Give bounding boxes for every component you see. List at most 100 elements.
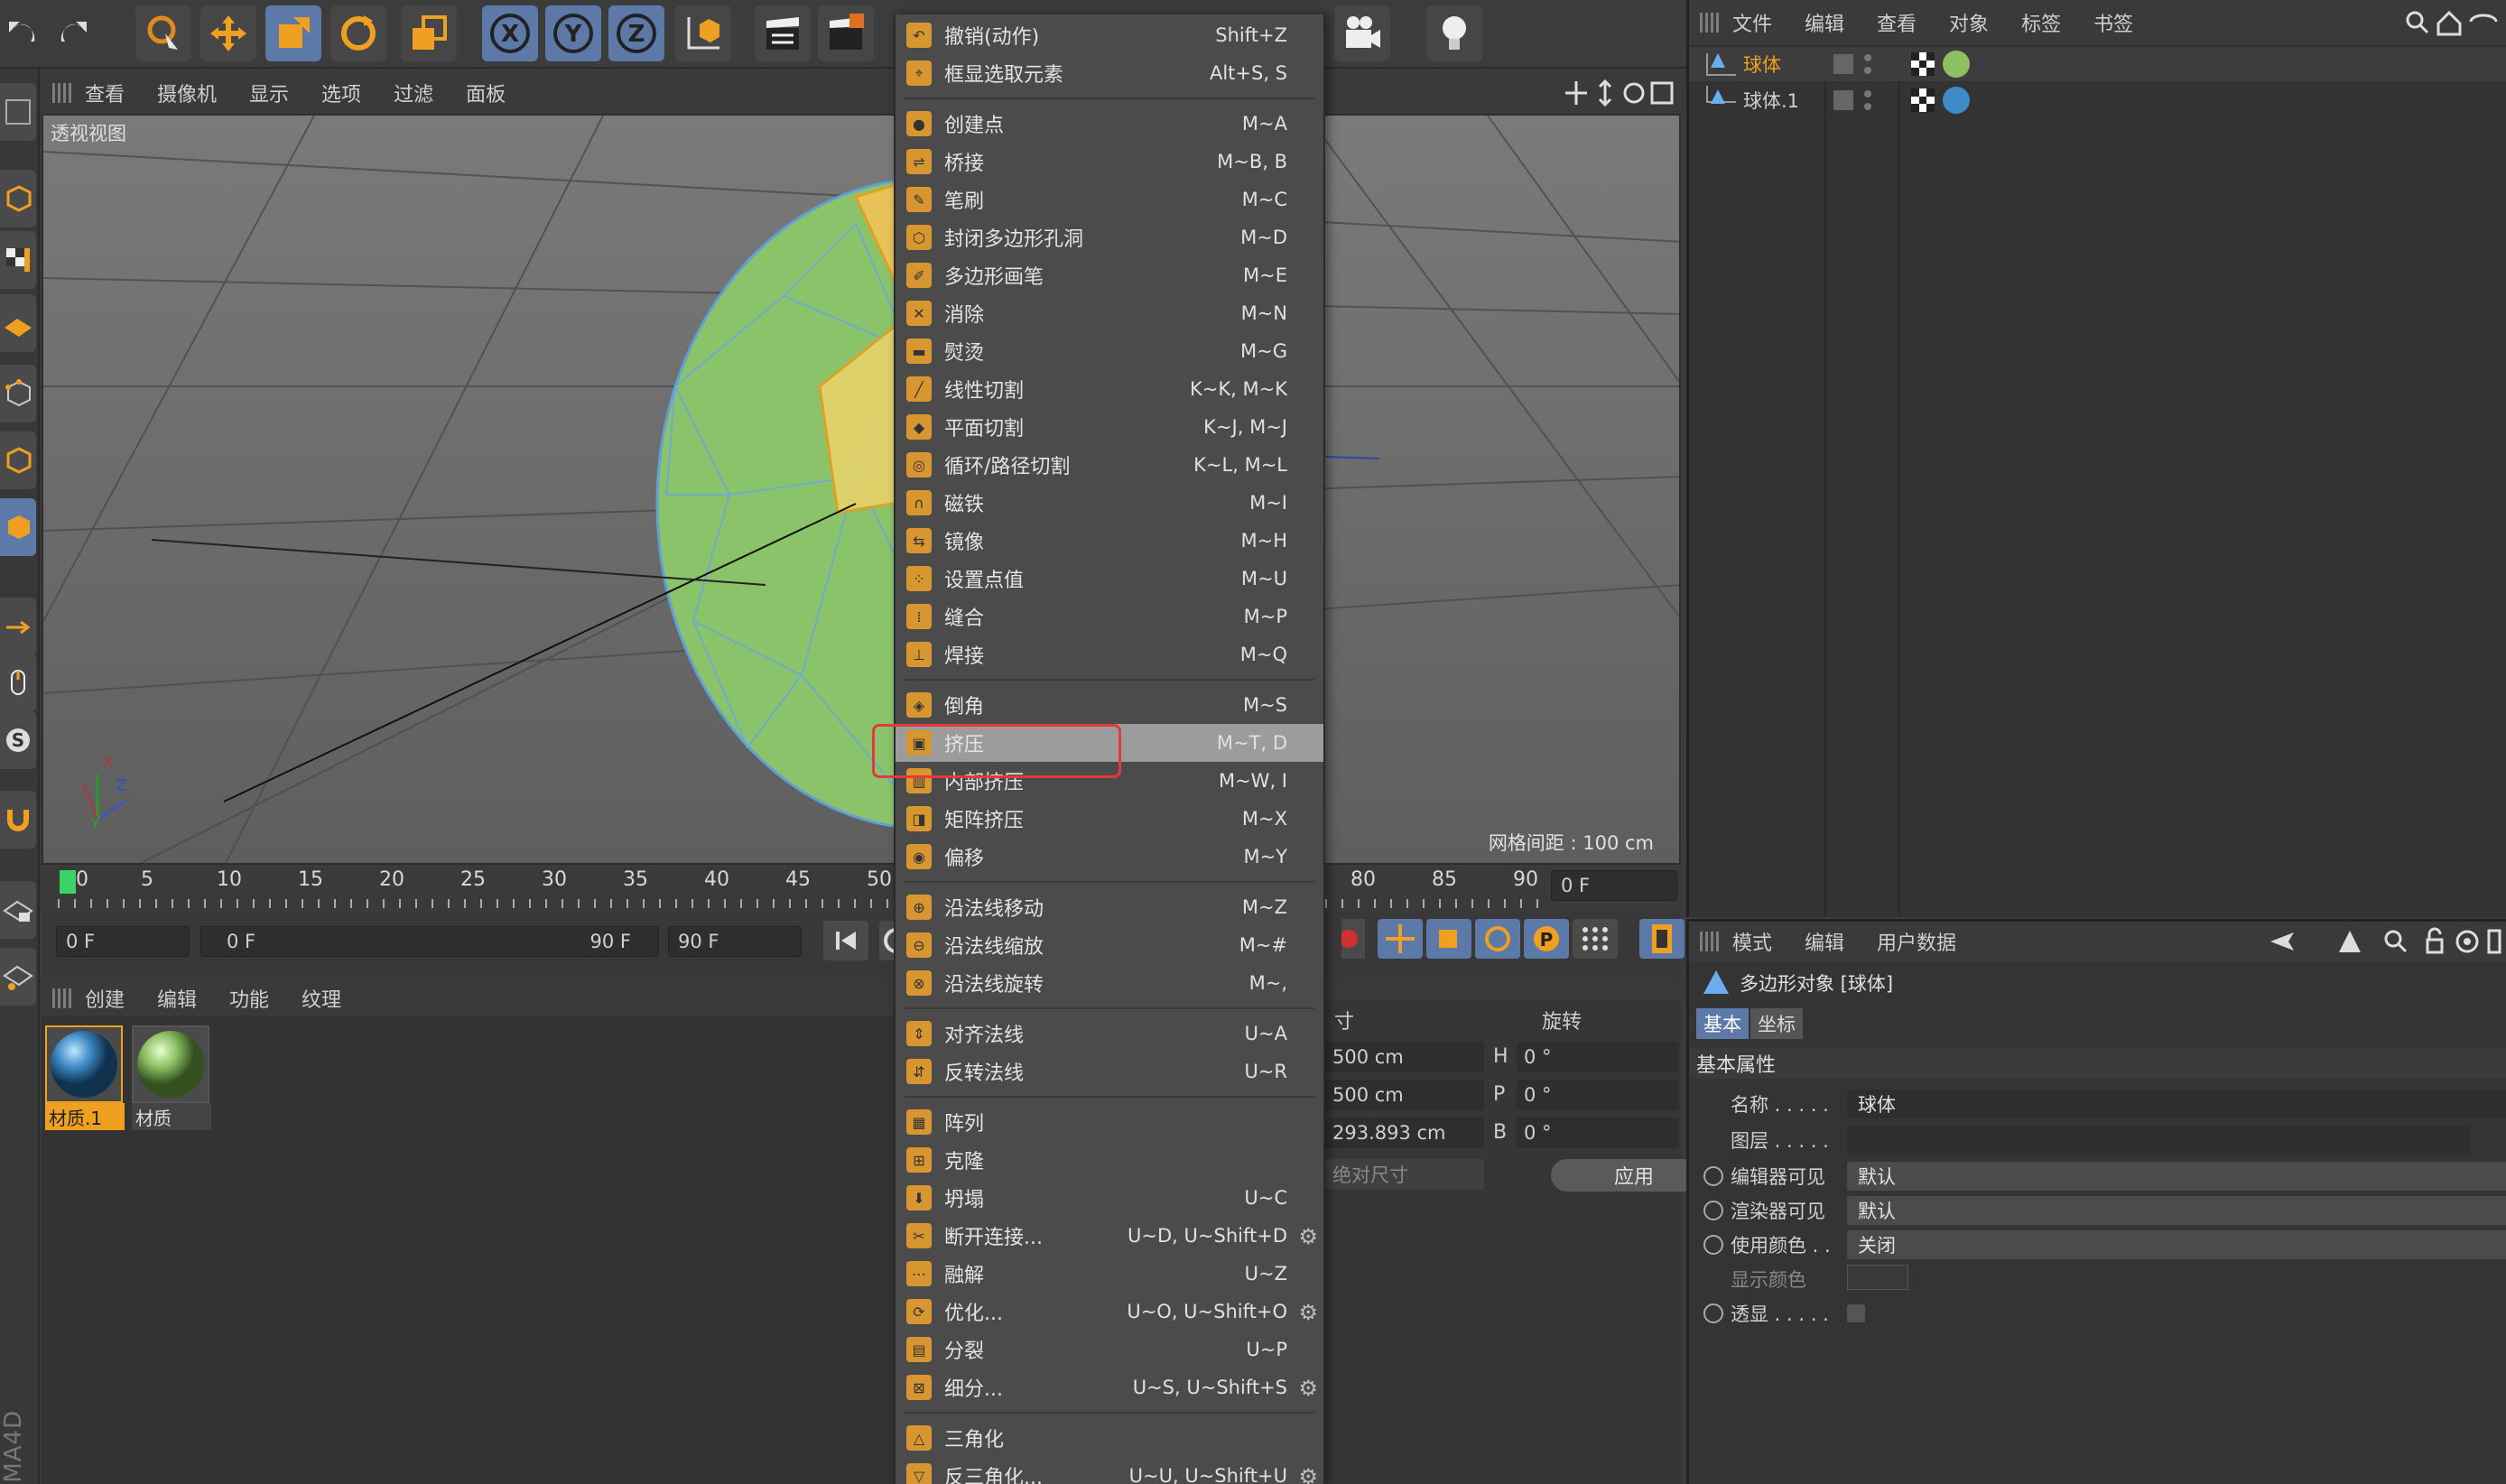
menu-item[interactable]: ✐ 多边形画笔 M~E (896, 256, 1323, 294)
end-frame-field[interactable]: 90 F (668, 926, 802, 957)
live-selection-icon[interactable] (135, 5, 191, 61)
menu-item[interactable]: ◉ 偏移 M~Y (896, 838, 1323, 876)
menu-item[interactable]: ⋯ 融解 U~Z (896, 1255, 1323, 1293)
timeline-ruler[interactable]: 0 5 10 15 20 25 30 35 40 45 50 80 85 90 … (42, 867, 1681, 912)
lock-workplane-icon[interactable] (0, 881, 36, 939)
magnet-icon[interactable] (0, 791, 36, 849)
am-menu-mode[interactable]: 模式 (1732, 927, 1772, 956)
settings-gear-icon[interactable]: ⚙ (1298, 1224, 1318, 1249)
points-mode-icon[interactable] (0, 365, 36, 422)
menu-item[interactable]: ╱ 线性切割 K~K, M~K (896, 370, 1323, 408)
animate-radio[interactable] (1703, 1235, 1723, 1255)
materials-menu-create[interactable]: 创建 (85, 984, 125, 1013)
object-row-sphere[interactable]: 球体 (1689, 47, 2506, 81)
use-color-dropdown[interactable]: 关闭 (1847, 1230, 2506, 1259)
make-editable-icon[interactable] (0, 83, 36, 141)
om-menu-objects[interactable]: 对象 (1949, 8, 1989, 37)
menu-item[interactable]: ⬇ 坍塌 U~C (896, 1179, 1323, 1217)
x-axis-lock-icon[interactable]: X (482, 5, 538, 61)
settings-gear-icon[interactable]: ⚙ (1298, 1464, 1318, 1484)
key-rotation-button[interactable] (1475, 919, 1520, 959)
visibility-dots-icon[interactable] (1830, 87, 1884, 114)
playhead-marker[interactable] (60, 870, 76, 894)
animate-radio[interactable] (1703, 1303, 1723, 1323)
viewport-menu-display[interactable]: 显示 (249, 79, 289, 107)
texture-mode-icon[interactable] (0, 231, 36, 289)
checker-tag-icon[interactable] (1909, 87, 1936, 114)
menu-item[interactable]: ◈ 倒角 M~S (896, 686, 1323, 724)
workplane-mode-icon[interactable] (0, 294, 36, 352)
settings-gear-icon[interactable]: ⚙ (1298, 1300, 1318, 1325)
record-button[interactable] (1340, 919, 1365, 959)
object-row-sphere-1[interactable]: 球体.1 (1689, 83, 2506, 117)
panel-grip-icon[interactable] (52, 988, 72, 1008)
key-scale-button[interactable] (1426, 919, 1471, 959)
xray-checkbox[interactable] (1847, 1304, 1865, 1322)
menu-item[interactable]: ▬ 熨烫 M~G (896, 332, 1323, 370)
go-to-start-button[interactable] (823, 921, 868, 960)
viewport-menu-panel[interactable]: 面板 (466, 79, 506, 107)
menu-item[interactable]: ⌖ 框显选取元素 Alt+S, S (896, 54, 1323, 92)
perspective-viewport[interactable]: 透视视图 Z Y X 网格间距 : 100 cm (42, 114, 1681, 865)
viewport-menu-filter[interactable]: 过滤 (394, 79, 433, 107)
menu-item[interactable]: ▦ 阵列 (896, 1103, 1323, 1141)
camera-icon[interactable] (1334, 5, 1390, 61)
menu-item[interactable]: ⊠ 细分... U~S, U~Shift+S ⚙ (896, 1368, 1323, 1406)
om-menu-edit[interactable]: 编辑 (1805, 8, 1844, 37)
menu-item[interactable]: ⊖ 沿法线缩放 M~# (896, 926, 1323, 964)
menu-item[interactable]: ∩ 磁铁 M~I (896, 484, 1323, 522)
axis-mode-icon[interactable] (0, 598, 36, 655)
light-icon[interactable] (1426, 5, 1482, 61)
animate-radio[interactable] (1703, 1201, 1723, 1220)
panel-grip-icon[interactable] (1700, 13, 1720, 32)
materials-menu-texture[interactable]: 纹理 (302, 984, 341, 1013)
material-swatch-2[interactable]: 材质 (132, 1025, 211, 1137)
menu-item[interactable]: ⇌ 桥接 M~B, B (896, 143, 1323, 181)
menu-item[interactable]: ⊗ 沿法线旋转 M~, (896, 964, 1323, 1002)
menu-item[interactable]: ⊞ 克隆 (896, 1141, 1323, 1179)
snapping-icon[interactable]: S (0, 711, 36, 769)
polygons-mode-icon[interactable] (0, 498, 36, 556)
menu-item[interactable]: ✕ 消除 M~N (896, 294, 1323, 332)
om-menu-bookmarks[interactable]: 书签 (2093, 8, 2133, 37)
size-mode-dropdown[interactable]: 绝对尺寸 (1325, 1159, 1484, 1190)
menu-item[interactable]: ✂ 断开连接... U~D, U~Shift+D ⚙ (896, 1217, 1323, 1255)
tweak-mode-icon[interactable] (0, 654, 36, 711)
menu-item[interactable]: ⊕ 沿法线移动 M~Z (896, 888, 1323, 926)
render-picture-viewer-icon[interactable] (818, 5, 874, 61)
current-frame-field[interactable]: 0 F (1551, 870, 1677, 901)
menu-item[interactable]: ⬡ 封闭多边形孔洞 M~D (896, 218, 1323, 256)
am-menu-edit[interactable]: 编辑 (1805, 927, 1844, 956)
material-tag-icon[interactable] (1940, 84, 1972, 116)
material-swatch-1[interactable]: 材质.1 (45, 1025, 125, 1137)
om-menu-view[interactable]: 查看 (1877, 8, 1917, 37)
settings-gear-icon[interactable]: ⚙ (1298, 1376, 1318, 1401)
menu-item[interactable]: ⟳ 优化... U~O, U~Shift+O ⚙ (896, 1293, 1323, 1331)
menu-item[interactable]: ● 创建点 M~A (896, 105, 1323, 143)
z-axis-lock-icon[interactable]: Z (608, 5, 664, 61)
render-visible-dropdown[interactable]: 默认 (1847, 1196, 2506, 1225)
key-pla-button[interactable] (1573, 919, 1618, 959)
tab-basic[interactable]: 基本 (1696, 1008, 1749, 1039)
panel-grip-icon[interactable] (52, 83, 72, 103)
planar-workplane-icon[interactable] (0, 948, 36, 1006)
rot-p-field[interactable]: 0 ° (1517, 1080, 1679, 1110)
menu-item[interactable]: ◎ 循环/路径切割 K~L, M~L (896, 446, 1323, 484)
om-search-home-icons[interactable] (2402, 7, 2501, 38)
viewport-nav-icons[interactable] (1564, 78, 1681, 108)
rot-b-field[interactable]: 0 ° (1517, 1118, 1679, 1148)
menu-item[interactable]: ◆ 平面切割 K~J, M~J (896, 408, 1323, 446)
menu-item[interactable]: ⇵ 反转法线 U~R (896, 1053, 1323, 1090)
undo-icon[interactable] (0, 13, 40, 56)
om-menu-file[interactable]: 文件 (1732, 8, 1772, 37)
scale-object-icon[interactable] (401, 5, 457, 61)
menu-item[interactable]: ⁘ 设置点值 M~U (896, 560, 1323, 598)
tab-coordinates[interactable]: 坐标 (1750, 1008, 1803, 1039)
om-menu-tags[interactable]: 标签 (2021, 8, 2061, 37)
am-nav-icons[interactable] (2267, 927, 2501, 956)
menu-item[interactable]: ⇕ 对齐法线 U~A (896, 1015, 1323, 1053)
menu-item[interactable]: ▤ 分裂 U~P (896, 1331, 1323, 1368)
frame-range-slider[interactable]: 0 F 90 F (200, 926, 659, 957)
materials-menu-edit[interactable]: 编辑 (157, 984, 197, 1013)
key-param-button[interactable]: P (1524, 919, 1569, 959)
